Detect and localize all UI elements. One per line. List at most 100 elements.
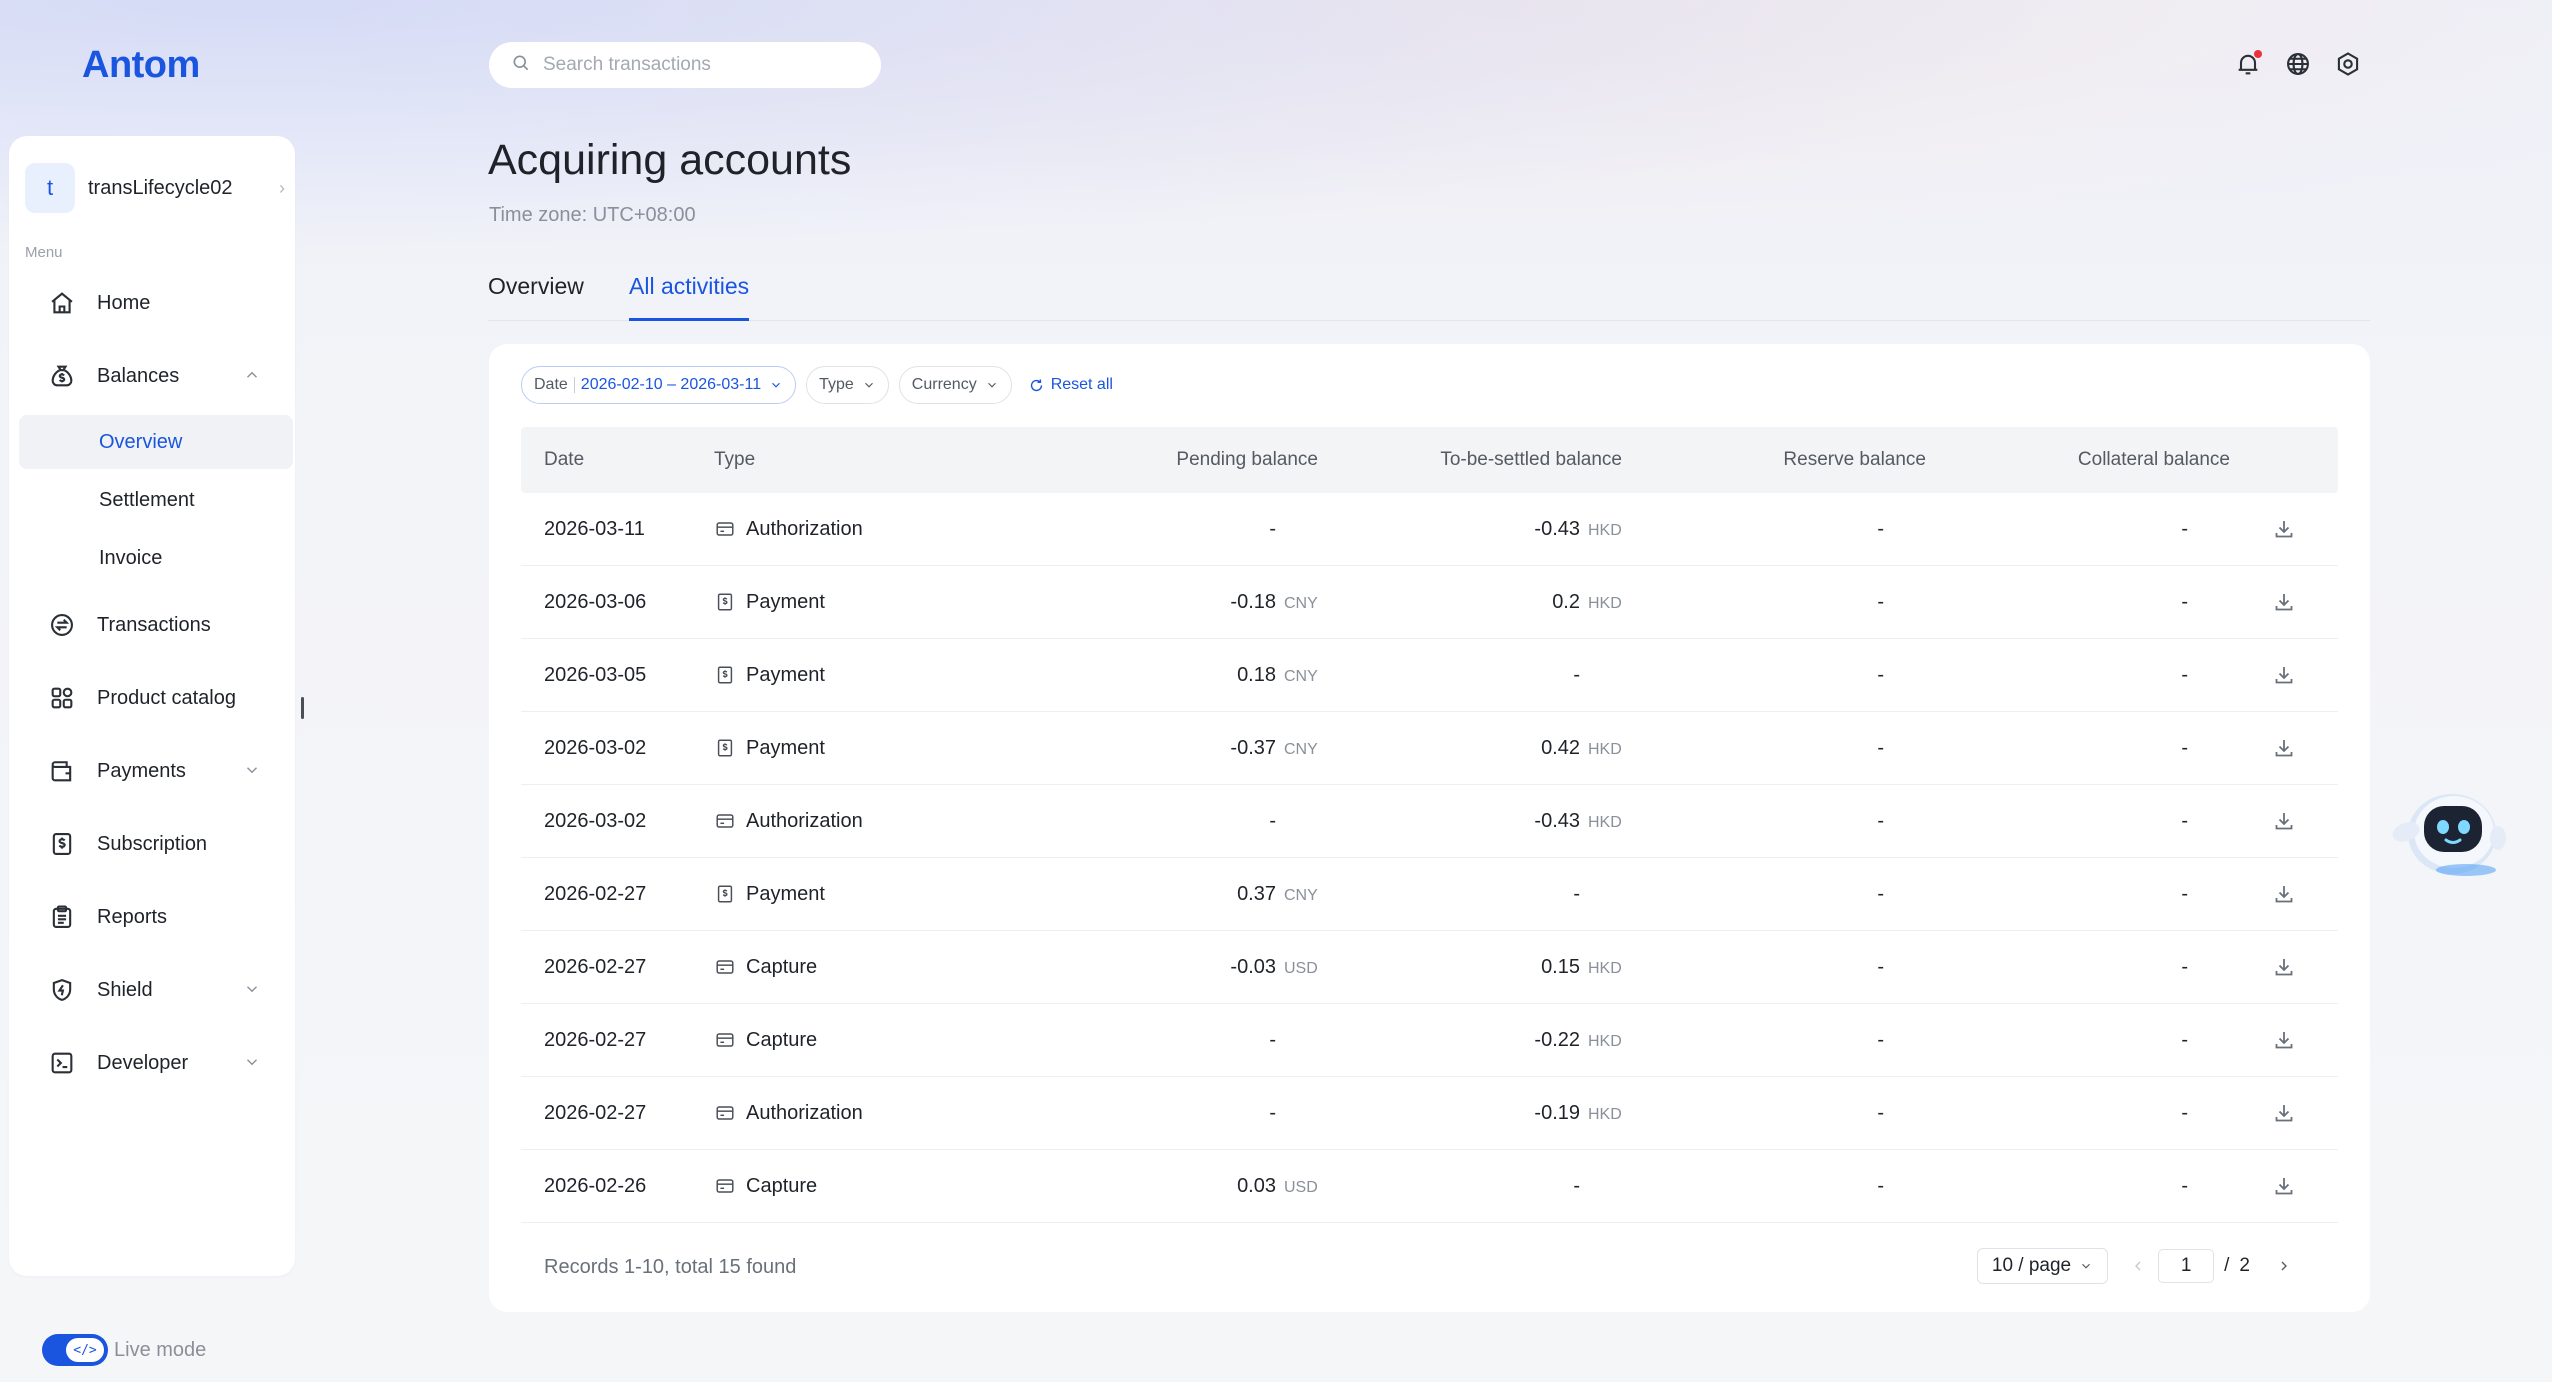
cell-collateral-balance: - (1926, 1029, 2230, 1052)
reserve-amount: - (1877, 1028, 1884, 1051)
collateral-amount: - (2181, 809, 2188, 832)
chevron-down-icon (772, 382, 781, 388)
column-header-reserve-balance[interactable]: Reserve balance (1622, 449, 1926, 471)
current-page-input[interactable] (2158, 1249, 2215, 1283)
sidebar-resize-handle[interactable] (301, 697, 304, 719)
robot-assistant-icon[interactable] (2382, 774, 2514, 884)
collateral-amount: - (2181, 1174, 2188, 1197)
table-row[interactable]: 2026-02-27 Authorization - -0.19 HKD - - (521, 1077, 2338, 1150)
table-row[interactable]: 2026-02-27 Payment 0.37 CNY - - - (521, 858, 2338, 931)
pending-amount: 0.37 (1237, 882, 1276, 905)
table-header: Date Type Pending balance To-be-settled … (521, 427, 2338, 493)
tbs-amount: - (1573, 663, 1580, 686)
download-icon[interactable] (2230, 736, 2338, 760)
column-header-collateral-balance[interactable]: Collateral balance (1926, 449, 2230, 471)
home-icon (47, 288, 77, 318)
refresh-icon (1030, 378, 1042, 391)
sidebar-item-product-catalog[interactable]: Product catalog (19, 671, 283, 725)
chevron-down-icon (243, 761, 261, 779)
pagination: 10 / page / 2 (1976, 1248, 2304, 1284)
cell-date: 2026-03-02 (544, 809, 647, 832)
cell-to-be-settled-balance: - (1318, 1175, 1622, 1198)
sidebar-item-developer[interactable]: Developer (19, 1036, 283, 1090)
chevron-down-icon (864, 382, 873, 388)
sidebar-item-reports[interactable]: Reports (19, 890, 283, 944)
download-icon[interactable] (2230, 663, 2338, 687)
download-icon[interactable] (2230, 882, 2338, 906)
collateral-amount: - (2181, 517, 2188, 540)
collateral-amount: - (2181, 590, 2188, 613)
column-header-pending-balance[interactable]: Pending balance (974, 449, 1318, 471)
reset-all-button[interactable]: Reset all (1028, 376, 1113, 394)
table-row[interactable]: 2026-02-27 Capture - -0.22 HKD - - (521, 1004, 2338, 1077)
live-mode-toggle[interactable]: </> (42, 1334, 108, 1366)
cell-type: Authorization (714, 1102, 974, 1125)
cell-reserve-balance: - (1622, 956, 1926, 979)
cell-collateral-balance: - (1926, 956, 2230, 979)
table-row[interactable]: 2026-03-11 Authorization - -0.43 HKD - - (521, 493, 2338, 566)
download-icon[interactable] (2230, 590, 2338, 614)
chevron-down-icon (243, 1053, 261, 1071)
sidebar-subitem-overview[interactable]: Overview (19, 415, 293, 469)
sidebar-item-home[interactable]: Home (19, 276, 283, 330)
pending-amount: - (1269, 809, 1276, 832)
currency-filter[interactable]: Currency (898, 366, 1012, 404)
card-icon (714, 518, 736, 540)
sidebar-item-transactions[interactable]: Transactions (19, 598, 283, 652)
sidebar-item-shield[interactable]: Shield (19, 963, 283, 1017)
table-row[interactable]: 2026-02-27 Capture -0.03 USD 0.15 HKD - - (521, 931, 2338, 1004)
search-input[interactable] (543, 54, 863, 76)
chevron-down-icon (987, 382, 996, 388)
column-header-to-be-settled-balance[interactable]: To-be-settled balance (1318, 449, 1622, 471)
table-row[interactable]: 2026-03-02 Authorization - -0.43 HKD - - (521, 785, 2338, 858)
table-row[interactable]: 2026-03-05 Payment 0.18 CNY - - - (521, 639, 2338, 712)
table-row[interactable]: 2026-03-06 Payment -0.18 CNY 0.2 HKD - - (521, 566, 2338, 639)
cell-date: 2026-03-11 (544, 517, 645, 540)
card-icon (714, 1175, 736, 1197)
column-header-type[interactable]: Type (714, 449, 974, 471)
next-page-button[interactable] (2264, 1258, 2304, 1274)
page-size-select[interactable]: 10 / page (1976, 1248, 2109, 1284)
pending-amount: -0.18 (1230, 590, 1276, 613)
sidebar-item-payments[interactable]: Payments (19, 744, 283, 798)
table-row[interactable]: 2026-03-02 Payment -0.37 CNY 0.42 HKD - - (521, 712, 2338, 785)
reserve-amount: - (1877, 882, 1884, 905)
globe-icon[interactable] (2284, 50, 2312, 78)
sidebar-subitem-settlement[interactable]: Settlement (19, 473, 293, 527)
cell-type-label: Capture (746, 1028, 818, 1051)
cell-collateral-balance: - (1926, 1175, 2230, 1198)
download-icon[interactable] (2230, 955, 2338, 979)
tbs-currency: HKD (1588, 521, 1622, 539)
download-icon[interactable] (2230, 1174, 2338, 1198)
download-icon[interactable] (2230, 809, 2338, 833)
brand-logo[interactable]: Antom (82, 44, 200, 87)
account-switcher[interactable]: t transLifecycle02 › (25, 162, 289, 214)
column-header-date[interactable]: Date (521, 449, 714, 471)
menu-label: Menu (25, 244, 63, 261)
notification-bell-icon[interactable] (2234, 50, 2262, 78)
tab-overview[interactable]: Overview (488, 273, 584, 321)
search-bar[interactable] (489, 42, 881, 88)
date-range-filter[interactable]: Date 2026-02-10 – 2026-03-11 (521, 366, 797, 404)
card-icon (714, 956, 736, 978)
settings-gear-icon[interactable] (2334, 50, 2362, 78)
live-mode-switch[interactable]: </> Live mode (42, 1334, 206, 1366)
cell-type-label: Authorization (746, 809, 863, 832)
table-row[interactable]: 2026-02-26 Capture 0.03 USD - - - (521, 1150, 2338, 1223)
download-icon[interactable] (2230, 1101, 2338, 1125)
download-icon[interactable] (2230, 517, 2338, 541)
tbs-currency: HKD (1588, 740, 1622, 758)
type-filter[interactable]: Type (806, 366, 889, 404)
pending-amount: - (1269, 517, 1276, 540)
card-icon (714, 1029, 736, 1051)
cell-collateral-balance: - (1926, 1102, 2230, 1125)
sidebar-item-balances[interactable]: Balances (19, 349, 283, 403)
dollar-doc-icon (47, 829, 77, 859)
reserve-amount: - (1877, 663, 1884, 686)
prev-page-button[interactable] (2118, 1258, 2158, 1274)
sidebar-item-subscription[interactable]: Subscription (19, 817, 283, 871)
download-icon[interactable] (2230, 1028, 2338, 1052)
tab-all-activities[interactable]: All activities (629, 273, 750, 321)
sidebar-subitem-invoice[interactable]: Invoice (19, 531, 293, 585)
cell-reserve-balance: - (1622, 883, 1926, 906)
